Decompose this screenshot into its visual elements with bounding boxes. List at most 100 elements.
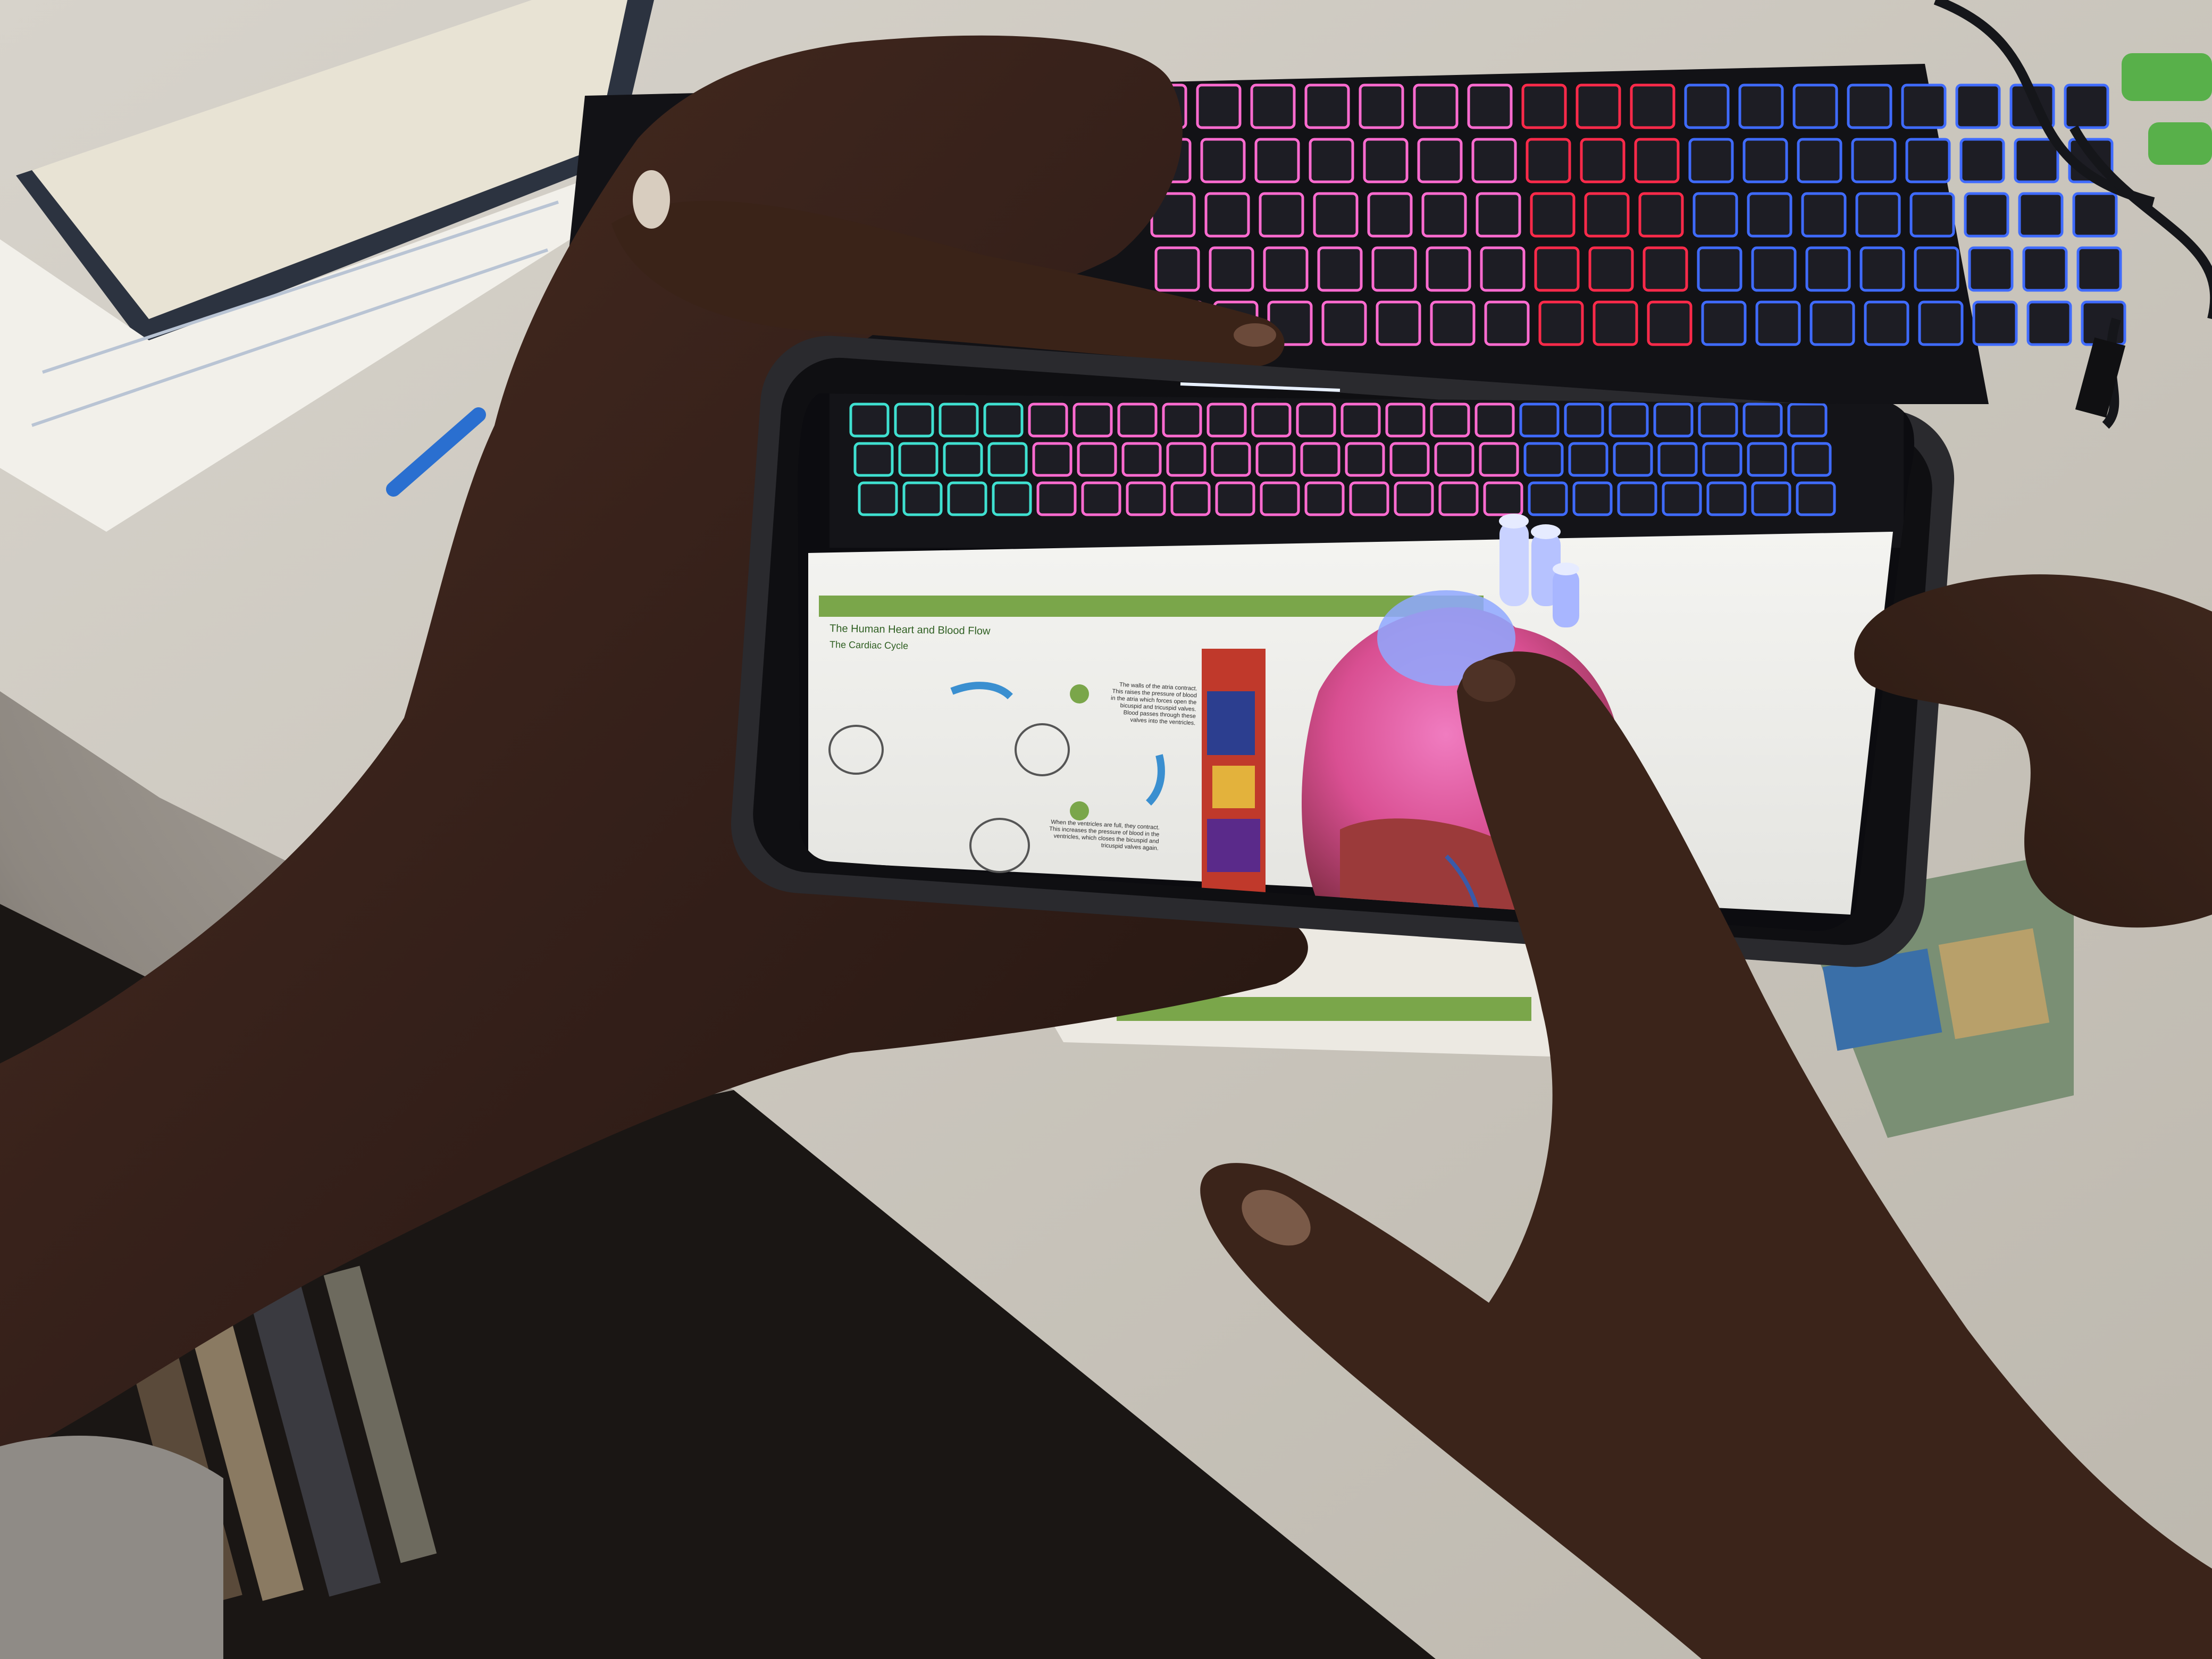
keycap [1638, 192, 1684, 238]
keycap [1117, 403, 1158, 438]
keycap [1345, 442, 1385, 477]
keycap [1751, 246, 1797, 292]
keycap [1964, 192, 2009, 238]
keycap [1389, 442, 1430, 477]
keycap [1968, 246, 2014, 292]
keycap [1367, 192, 1413, 238]
keycap [983, 403, 1024, 438]
keycap [1805, 246, 1851, 292]
keycap [1955, 83, 2001, 129]
step-badge-2 [1070, 801, 1089, 820]
keycap [1801, 192, 1847, 238]
green-adapter-2 [2148, 122, 2212, 165]
keycap [1211, 442, 1251, 477]
keycap [987, 442, 1028, 477]
keycap [1809, 300, 1855, 346]
keycap [1321, 300, 1367, 346]
keycap [1738, 83, 1784, 129]
keycap [2076, 246, 2122, 292]
keycap [1479, 442, 1519, 477]
keycap [1363, 138, 1409, 183]
keycap [2022, 246, 2068, 292]
keycap [1568, 442, 1608, 477]
keycap [1684, 83, 1730, 129]
keycap [2018, 192, 2064, 238]
keycap [1251, 403, 1292, 438]
keycap [1317, 246, 1363, 292]
keycap [1204, 192, 1250, 238]
keycap [902, 481, 943, 516]
step-badge-1 [1070, 684, 1089, 703]
keycap [1918, 300, 1964, 346]
keycap [894, 403, 934, 438]
keycap [2014, 138, 2059, 183]
left-fingernail [1234, 323, 1276, 347]
keycap [1864, 300, 1909, 346]
keycap [1028, 403, 1068, 438]
keycap [1434, 442, 1474, 477]
keycap [1417, 138, 1463, 183]
keycap [1032, 442, 1073, 477]
keycap [1534, 246, 1580, 292]
keycap [1692, 192, 1738, 238]
keycap [1584, 192, 1630, 238]
keycap [1154, 246, 1200, 292]
keycap [1859, 246, 1905, 292]
keycap [1200, 138, 1246, 183]
keycap [1521, 83, 1567, 129]
keycap [1209, 246, 1254, 292]
phone-screen[interactable] [787, 372, 1957, 957]
keycap [1901, 83, 1947, 129]
keycap [992, 481, 1032, 516]
keycap [1608, 403, 1649, 438]
keycap [1564, 403, 1604, 438]
keycap [1349, 481, 1389, 516]
keycap [858, 481, 898, 516]
keycap [1300, 442, 1340, 477]
doc-section-title: The Cardiac Cycle [830, 639, 908, 651]
keycap [1166, 442, 1206, 477]
keycap [1791, 442, 1832, 477]
keycap [1471, 138, 1517, 183]
keycap [1796, 481, 1836, 516]
keycap [1126, 481, 1166, 516]
keycap [1528, 481, 1568, 516]
keycap [1263, 246, 1309, 292]
keycap [1959, 138, 2005, 183]
keycap [1081, 481, 1121, 516]
keycap [1792, 83, 1838, 129]
keycap [1255, 442, 1296, 477]
keycap [1647, 300, 1692, 346]
right-fingertip [1462, 659, 1515, 702]
keycap [1476, 192, 1521, 238]
keycap [2026, 300, 2072, 346]
keycap [1480, 246, 1526, 292]
keycap [1588, 246, 1634, 292]
keycap [1698, 403, 1738, 438]
keycap [1215, 481, 1255, 516]
keycap [1474, 403, 1515, 438]
keycap [1376, 300, 1421, 346]
keycap [1613, 442, 1653, 477]
keycap [943, 442, 983, 477]
keycap [1755, 300, 1801, 346]
keycap [1706, 481, 1747, 516]
keycap [1657, 442, 1698, 477]
keycap [1430, 403, 1470, 438]
keycap [1260, 481, 1300, 516]
keycap [1394, 481, 1434, 516]
keycap [1467, 83, 1513, 129]
keycap [2072, 192, 2118, 238]
keycap [1196, 83, 1242, 129]
keycap [1701, 300, 1747, 346]
keycap [1526, 138, 1571, 183]
keycap [1742, 138, 1788, 183]
keycap [1438, 481, 1479, 516]
keycap [1972, 300, 2018, 346]
keycap [1304, 83, 1350, 129]
keycap [1036, 481, 1077, 516]
keycap [1340, 403, 1381, 438]
keycap [1170, 481, 1211, 516]
keycap [1073, 403, 1113, 438]
keycap [939, 403, 979, 438]
